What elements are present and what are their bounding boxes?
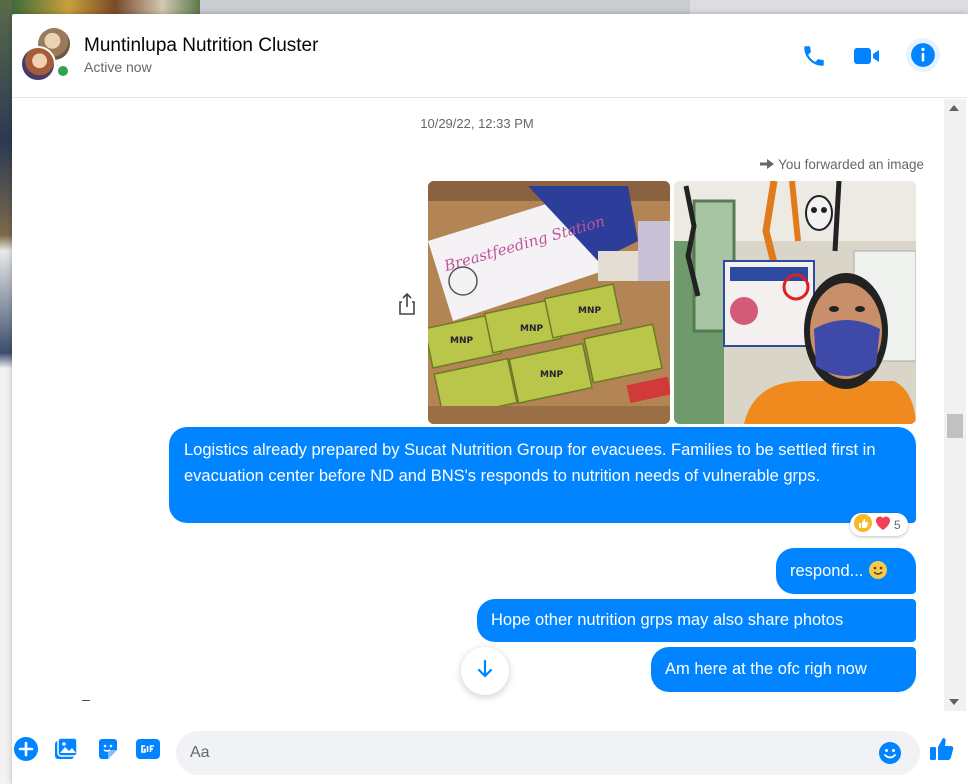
chat-window: Muntinlupa Nutrition Cluster Active now … [12,14,968,784]
thumbs-up-icon[interactable] [926,733,958,765]
background-page-strip [0,0,12,784]
photo-box-label: MNP [520,324,543,334]
share-icon[interactable] [397,292,417,316]
avatar-member-2 [20,46,56,82]
message-bubble[interactable]: Hope other nutrition grps may also share… [477,599,916,642]
group-avatar[interactable] [20,28,76,84]
forwarded-photo-supplies[interactable]: Breastfeeding Station MNP MNP MNP MNP [428,181,670,424]
message-bubble[interactable]: respond... [776,548,916,594]
photo-box-label: MNP [450,336,473,346]
message-bubble[interactable]: Logistics already prepared by Sucat Nutr… [169,427,916,523]
conversation-title[interactable]: Muntinlupa Nutrition Cluster [84,35,318,57]
photo-icon[interactable] [52,735,80,763]
scroll-up-arrow-icon[interactable] [949,105,959,111]
photo-box-label: MNP [540,370,563,380]
message-timestamp: 10/29/22, 12:33 PM [420,116,534,131]
sticker-icon[interactable] [94,735,122,763]
message-text: respond... [790,562,868,580]
reaction-count: 5 [894,517,901,532]
message-list[interactable]: 10/29/22, 12:33 PM You forwarded an imag… [12,99,942,711]
heart-reaction-icon [874,514,892,535]
online-status-dot [56,64,70,78]
forward-note: You forwarded an image [760,157,924,172]
message-reactions[interactable]: 5 [850,513,908,536]
gif-icon[interactable] [134,735,162,763]
arrow-down-icon [475,659,495,684]
smile-emoji-icon [868,561,888,580]
forward-arrow-icon [760,157,775,172]
scroll-to-bottom-button[interactable] [461,647,509,695]
forward-note-text: You forwarded an image [778,157,924,172]
phone-icon[interactable] [798,40,830,72]
typing-indicator-dash [82,700,90,701]
background-page-photos [12,0,200,14]
photo-box-label: MNP [578,306,601,316]
chat-header: Muntinlupa Nutrition Cluster Active now [12,14,968,98]
message-bubble[interactable]: Am here at the ofc righ now [651,647,916,692]
thumbs-up-reaction-icon [854,514,872,535]
conversation-status: Active now [84,59,152,75]
background-page-header [690,0,968,14]
plus-icon[interactable] [12,735,40,763]
emoji-icon[interactable] [876,739,904,767]
info-icon[interactable] [906,38,940,72]
message-input-wrapper[interactable] [176,731,920,775]
scrollbar[interactable] [944,99,966,711]
video-camera-icon[interactable] [852,40,884,72]
scrollbar-thumb[interactable] [947,414,963,438]
forwarded-photo-selfie[interactable] [674,181,916,424]
scroll-down-arrow-icon[interactable] [949,699,959,705]
message-input[interactable] [190,731,870,775]
message-composer [12,711,968,784]
